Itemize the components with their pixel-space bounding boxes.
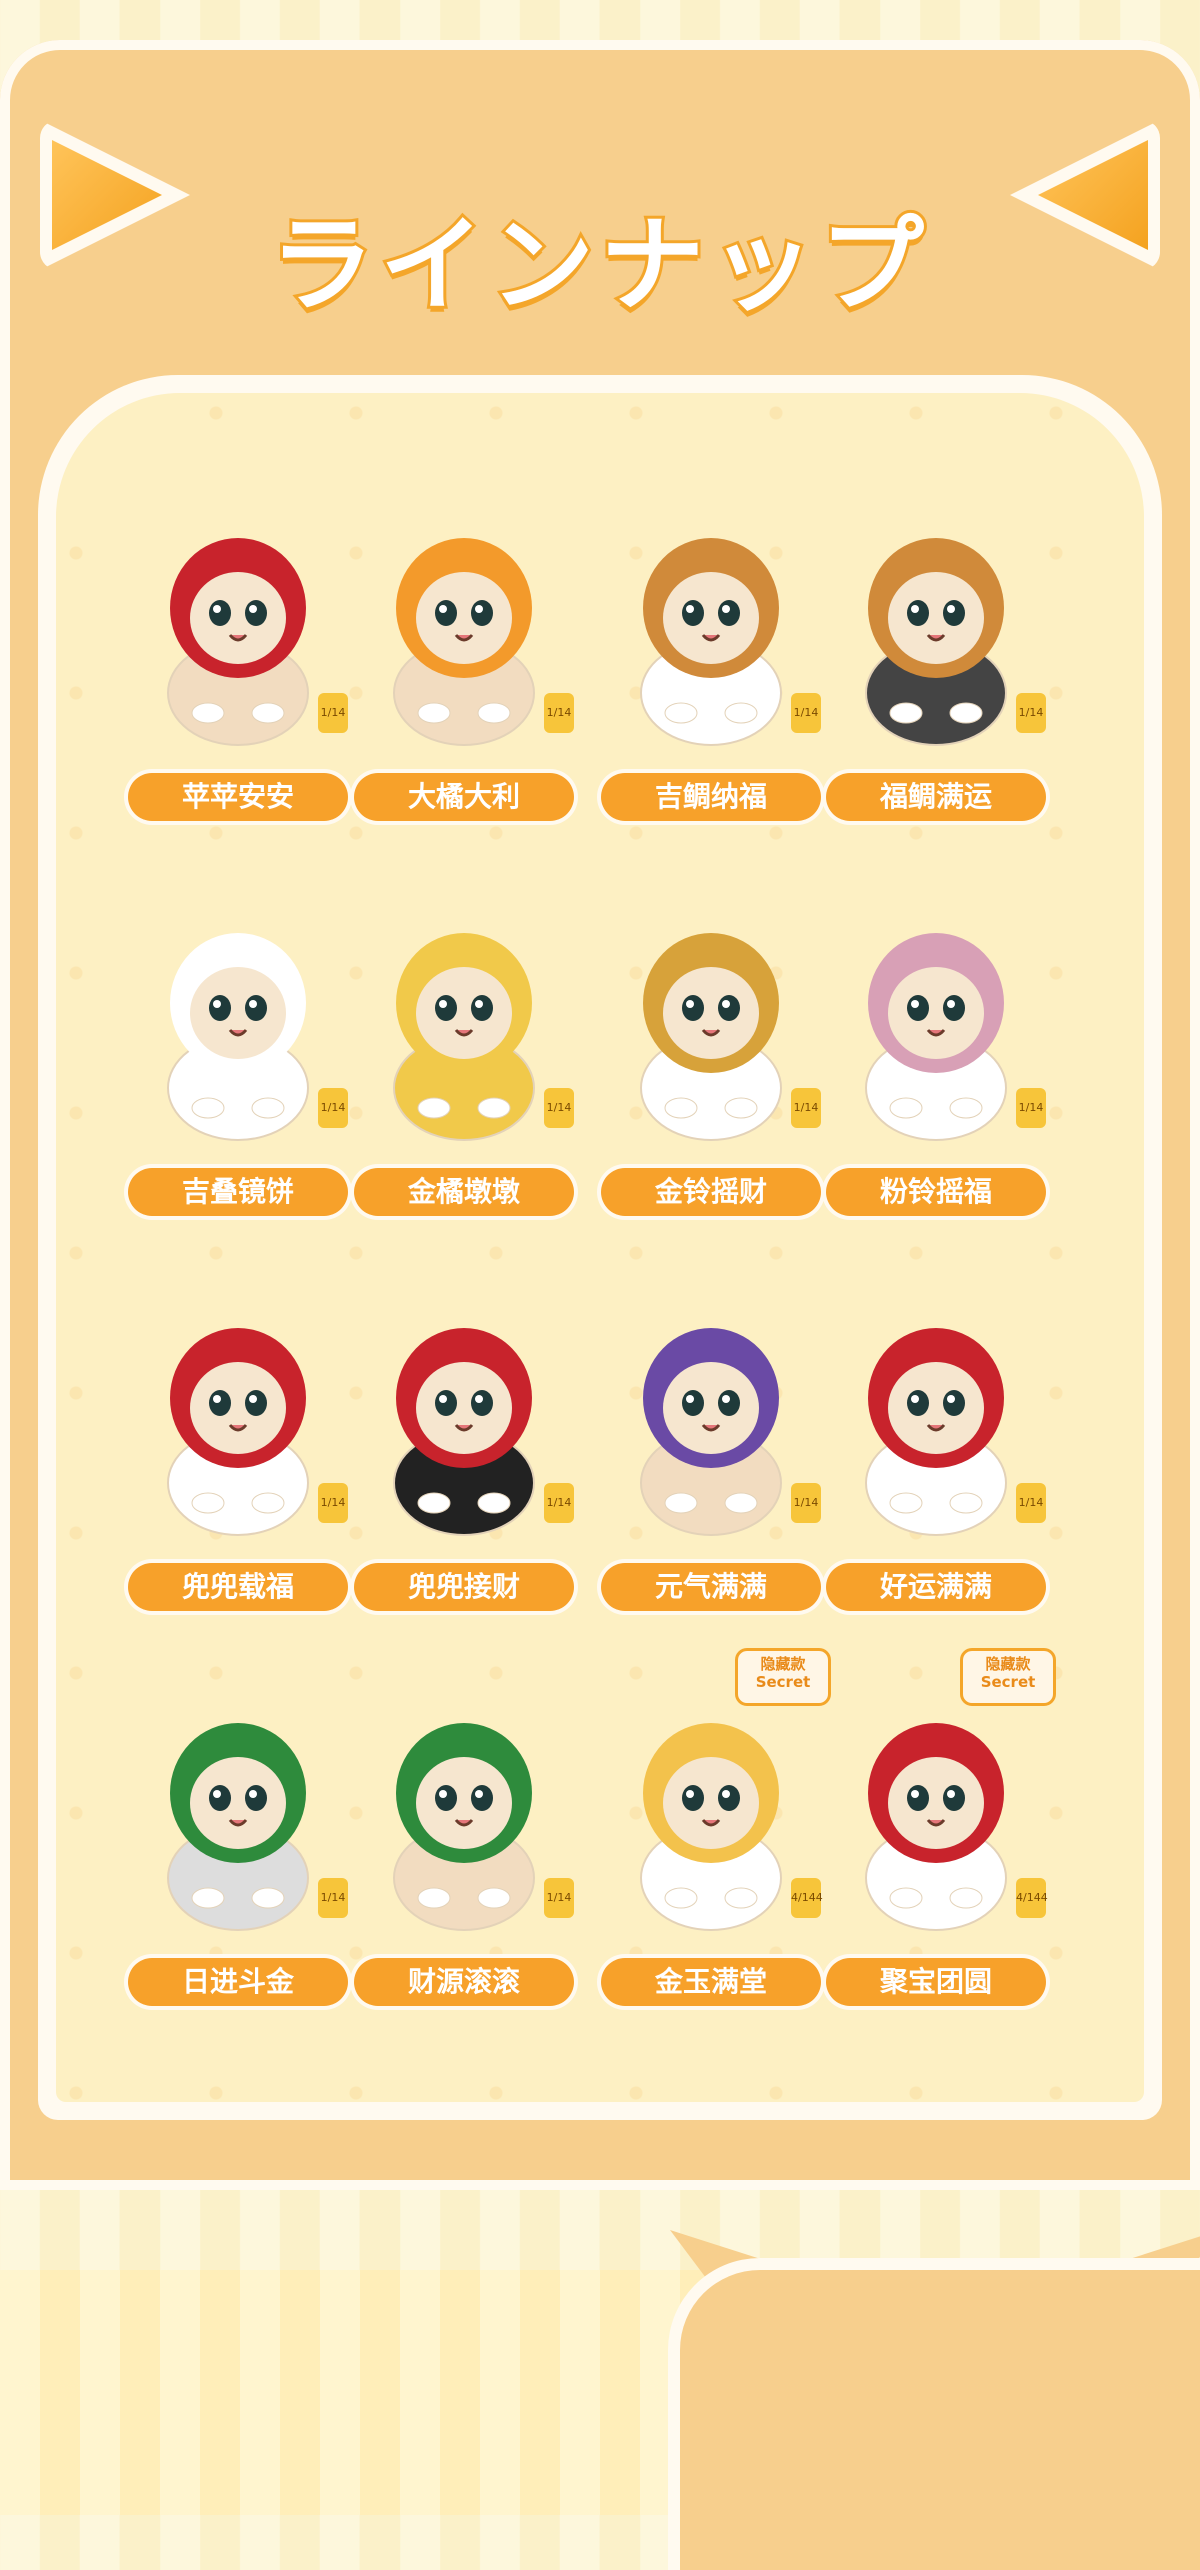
rarity-badge: 1/14	[791, 1483, 821, 1523]
product-name-label: 聚宝团圆	[826, 1958, 1046, 2006]
product-name-label: 兜兜载福	[128, 1563, 348, 1611]
mochi-white-cat-icon	[138, 898, 338, 1148]
product-name-label: 苹苹安安	[128, 773, 348, 821]
product-name-label: 金玉满堂	[601, 1958, 821, 2006]
secret-tag: 隐藏款 Secret	[735, 1648, 831, 1706]
product-card-bowl-white-cat[interactable]: 4/144 隐藏款 Secret 金玉满堂	[601, 1648, 831, 2018]
product-name-label: 福鲷满运	[826, 773, 1046, 821]
orange-hat-cat-icon	[364, 503, 564, 753]
secret-tag-line2: Secret	[980, 1673, 1036, 1691]
rarity-badge: 1/14	[544, 1483, 574, 1523]
lineup-panel-inner: 1/14 苹苹安安 1/14 大橘大利 1/14 吉鲷纳福 1/14 福鲷满运 1/14 吉叠镜饼…	[56, 393, 1144, 2102]
product-card-apple-hat-cat[interactable]: 1/14 苹苹安安	[128, 503, 348, 833]
product-card-coin-grey-cat[interactable]: 1/14 日进斗金	[128, 1688, 348, 2018]
bowl-red-cat-icon	[836, 1688, 1036, 1938]
rarity-badge: 1/14	[791, 693, 821, 733]
coin-grey-cat-icon	[138, 1688, 338, 1938]
product-card-pouch-grey-cat[interactable]: 1/14 兜兜载福	[128, 1293, 348, 1623]
product-grid: 1/14 苹苹安安 1/14 大橘大利 1/14 吉鲷纳福 1/14 福鲷满运 1/14 吉叠镜饼…	[56, 393, 1144, 2102]
lucky-white-cat-icon	[836, 1293, 1036, 1543]
pouch-grey-cat-icon	[138, 1293, 338, 1543]
taiyaki-cat-icon	[611, 503, 811, 753]
product-card-taiyaki-cat[interactable]: 1/14 吉鲷纳福	[601, 503, 821, 833]
product-name-label: 金橘墩墩	[354, 1168, 574, 1216]
product-name-label: 吉鲷纳福	[601, 773, 821, 821]
rarity-badge: 1/14	[544, 693, 574, 733]
pouch-black-cat-icon	[364, 1293, 564, 1543]
product-name-label: 金铃摇财	[601, 1168, 821, 1216]
product-name-label: 大橘大利	[354, 773, 574, 821]
rarity-badge: 1/14	[1016, 693, 1046, 733]
bottom-cat-shape	[680, 2270, 1200, 2570]
product-card-mochi-yellow-cat[interactable]: 1/14 金橘墩墩	[354, 898, 574, 1228]
apple-hat-cat-icon	[138, 503, 338, 753]
gold-bell-cat-icon	[611, 898, 811, 1148]
product-card-bowl-red-cat[interactable]: 4/144 隐藏款 Secret 聚宝团圆	[826, 1648, 1056, 2018]
taiyaki-black-cat-icon	[836, 503, 1036, 753]
product-card-taiyaki-black-cat[interactable]: 1/14 福鲷满运	[826, 503, 1046, 833]
rarity-badge: 4/144	[1016, 1878, 1048, 1918]
product-card-mochi-white-cat[interactable]: 1/14 吉叠镜饼	[128, 898, 348, 1228]
bowl-white-cat-icon	[611, 1688, 811, 1938]
product-name-label: 日进斗金	[128, 1958, 348, 2006]
rarity-badge: 1/14	[1016, 1483, 1046, 1523]
rarity-badge: 1/14	[1016, 1088, 1046, 1128]
rarity-badge: 1/14	[318, 1483, 348, 1523]
rarity-badge: 1/14	[318, 1878, 348, 1918]
mochi-yellow-cat-icon	[364, 898, 564, 1148]
rarity-badge: 1/14	[318, 1088, 348, 1128]
product-card-orange-hat-cat[interactable]: 1/14 大橘大利	[354, 503, 574, 833]
product-name-label: 好运满满	[826, 1563, 1046, 1611]
rarity-badge: 1/14	[791, 1088, 821, 1128]
rarity-badge: 1/14	[318, 693, 348, 733]
product-name-label: 元气满满	[601, 1563, 821, 1611]
secret-tag: 隐藏款 Secret	[960, 1648, 1056, 1706]
lucky-orange-cat-icon	[611, 1293, 811, 1543]
product-card-pink-bell-cat[interactable]: 1/14 粉铃摇福	[826, 898, 1046, 1228]
page-title: ラインナップ	[267, 201, 930, 329]
rarity-badge: 1/14	[544, 1088, 574, 1128]
product-card-lucky-orange-cat[interactable]: 1/14 元气满满	[601, 1293, 821, 1623]
product-name-label: 兜兜接财	[354, 1563, 574, 1611]
pink-bell-cat-icon	[836, 898, 1036, 1148]
secret-tag-line1: 隐藏款	[760, 1655, 806, 1673]
rarity-badge: 4/144	[791, 1878, 823, 1918]
secret-tag-line2: Secret	[755, 1673, 811, 1691]
product-card-pouch-black-cat[interactable]: 1/14 兜兜接财	[354, 1293, 574, 1623]
product-name-label: 财源滚滚	[354, 1958, 574, 2006]
product-card-coin-orange-cat[interactable]: 1/14 财源滚滚	[354, 1688, 574, 2018]
product-card-gold-bell-cat[interactable]: 1/14 金铃摇财	[601, 898, 821, 1228]
lineup-panel: 1/14 苹苹安安 1/14 大橘大利 1/14 吉鲷纳福 1/14 福鲷满运 1/14 吉叠镜饼…	[38, 375, 1162, 2120]
product-name-label: 吉叠镜饼	[128, 1168, 348, 1216]
secret-tag-line1: 隐藏款	[985, 1655, 1031, 1673]
product-card-lucky-white-cat[interactable]: 1/14 好运满满	[826, 1293, 1046, 1623]
product-name-label: 粉铃摇福	[826, 1168, 1046, 1216]
rarity-badge: 1/14	[544, 1878, 574, 1918]
coin-orange-cat-icon	[364, 1688, 564, 1938]
